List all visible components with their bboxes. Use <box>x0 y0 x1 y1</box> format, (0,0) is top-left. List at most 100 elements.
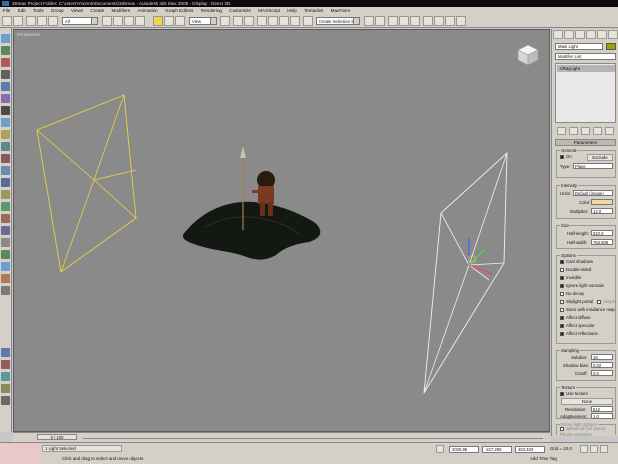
compound-icon[interactable] <box>1 226 10 235</box>
particle-icon[interactable] <box>1 190 10 199</box>
light-on-checkbox[interactable] <box>560 155 564 159</box>
menu-tentacles[interactable]: Tentacles <box>301 7 326 14</box>
pin-stack-icon[interactable] <box>557 127 566 135</box>
cast-shadows-checkbox[interactable] <box>560 260 564 264</box>
select-and-scale-icon[interactable] <box>175 16 185 26</box>
rectangular-selection-icon[interactable] <box>124 16 134 26</box>
modify-tab-icon[interactable] <box>564 30 574 39</box>
biped-icon[interactable] <box>1 348 10 357</box>
pivot-center-icon[interactable] <box>220 16 230 26</box>
render-setup-icon[interactable] <box>434 16 444 26</box>
helper-icon[interactable] <box>1 130 10 139</box>
menu-modifiers[interactable]: Modifiers <box>109 7 134 14</box>
ik-icon[interactable] <box>1 372 10 381</box>
select-and-move-icon[interactable] <box>153 16 163 26</box>
motion-icon[interactable] <box>1 82 10 91</box>
camera-icon[interactable] <box>1 106 10 115</box>
rendered-frame-window-icon[interactable] <box>445 16 455 26</box>
invisible-checkbox[interactable] <box>560 276 564 280</box>
door-icon[interactable] <box>1 238 10 247</box>
menu-create[interactable]: Create <box>87 7 107 14</box>
shadow-bias-input[interactable]: 0.02 <box>591 362 613 368</box>
time-track[interactable] <box>83 438 543 439</box>
bones-icon[interactable] <box>1 360 10 369</box>
multiplier-input[interactable]: 12.0 <box>591 208 613 214</box>
menu-tools[interactable]: Tools <box>30 7 47 14</box>
keyboard-shortcut-icon[interactable] <box>244 16 254 26</box>
affect-specular-checkbox[interactable] <box>560 324 564 328</box>
menu-group[interactable]: Group <box>48 7 67 14</box>
utilities-icon[interactable] <box>1 94 10 103</box>
make-unique-icon[interactable] <box>581 127 590 135</box>
cloth-icon[interactable] <box>1 396 10 405</box>
selected-area-light[interactable] <box>36 94 137 273</box>
show-end-result-icon[interactable] <box>569 127 578 135</box>
texture-none-button[interactable]: None <box>561 398 613 405</box>
stack-item-vraylight[interactable]: VRayLight <box>557 65 615 72</box>
spinner-snap-icon[interactable] <box>290 16 300 26</box>
menu-help[interactable]: Help <box>284 7 299 14</box>
display-icon[interactable] <box>1 70 10 79</box>
align-icon[interactable] <box>375 16 385 26</box>
object-color-swatch[interactable] <box>606 43 616 50</box>
angle-snap-icon[interactable] <box>268 16 278 26</box>
resolution-input[interactable]: 512 <box>591 406 613 412</box>
menu-edit[interactable]: Edit <box>15 7 29 14</box>
redo-icon[interactable] <box>13 16 23 26</box>
menu-maxscript[interactable]: MAXScript <box>255 7 283 14</box>
rock-base-mesh[interactable] <box>182 201 321 260</box>
no-decay-checkbox[interactable] <box>560 292 564 296</box>
half-length-input[interactable]: 810.0 <box>591 230 613 236</box>
affect-reflections-checkbox[interactable] <box>560 332 564 336</box>
z-coordinate-field[interactable]: 453.333 <box>515 446 545 453</box>
edit-named-selection-icon[interactable] <box>303 16 313 26</box>
select-by-name-icon[interactable] <box>113 16 123 26</box>
motion-tab-icon[interactable] <box>586 30 596 39</box>
curve-editor-icon[interactable] <box>399 16 409 26</box>
affect-diffuse-checkbox[interactable] <box>560 316 564 320</box>
store-irradiance-checkbox[interactable] <box>560 308 564 312</box>
reference-coordinate-dropdown[interactable]: View <box>189 17 217 25</box>
modifier-list-dropdown[interactable]: Modifier List <box>555 53 616 60</box>
reactor-icon[interactable] <box>1 384 10 393</box>
adaptiveness-input[interactable]: 1.0 <box>591 413 613 419</box>
parameters-rollout[interactable]: Parameters <box>555 139 616 146</box>
nurbs-icon[interactable] <box>1 214 10 223</box>
go-to-end-icon[interactable] <box>600 445 608 453</box>
cutoff-input[interactable]: 0.0 <box>591 370 613 376</box>
half-width-input[interactable]: 763.908 <box>591 239 613 245</box>
patch-icon[interactable] <box>1 202 10 211</box>
layer-manager-icon[interactable] <box>388 16 398 26</box>
remove-modifier-icon[interactable] <box>593 127 602 135</box>
hierarchy-icon[interactable] <box>1 34 10 43</box>
window-crossing-icon[interactable] <box>135 16 145 26</box>
move-gizmo[interactable] <box>468 238 493 275</box>
menu-views[interactable]: Views <box>68 7 86 14</box>
percent-snap-icon[interactable] <box>279 16 289 26</box>
snaps-toggle-icon[interactable] <box>257 16 267 26</box>
quick-render-icon[interactable] <box>456 16 466 26</box>
mirror-icon[interactable] <box>364 16 374 26</box>
light-color-swatch[interactable] <box>591 199 613 205</box>
use-texture-checkbox[interactable] <box>560 392 564 396</box>
spherical-checkbox[interactable] <box>560 427 564 431</box>
menu-maxfarm[interactable]: MaxFarm <box>328 7 353 14</box>
window-icon[interactable] <box>1 250 10 259</box>
utilities-tab-icon[interactable] <box>608 30 618 39</box>
shapes-icon[interactable] <box>1 166 10 175</box>
units-dropdown[interactable]: Default (image) <box>573 190 613 196</box>
exclude-button[interactable]: Exclude <box>587 154 613 161</box>
systems-icon[interactable] <box>1 154 10 163</box>
select-manipulate-icon[interactable] <box>233 16 243 26</box>
lock-selection-icon[interactable] <box>436 445 444 453</box>
x-coordinate-field[interactable]: 2025.95 <box>449 446 479 453</box>
main-area-light[interactable] <box>423 151 508 394</box>
subdivs-input[interactable]: 16 <box>591 354 613 360</box>
configure-modifier-sets-icon[interactable] <box>605 127 614 135</box>
undo-icon[interactable] <box>2 16 12 26</box>
simple-checkbox[interactable] <box>597 300 601 304</box>
light-type-dropdown[interactable]: Plane <box>573 163 613 169</box>
schematic-view-icon[interactable] <box>410 16 420 26</box>
ignore-light-normals-checkbox[interactable] <box>560 284 564 288</box>
menu-rendering[interactable]: Rendering <box>198 7 225 14</box>
